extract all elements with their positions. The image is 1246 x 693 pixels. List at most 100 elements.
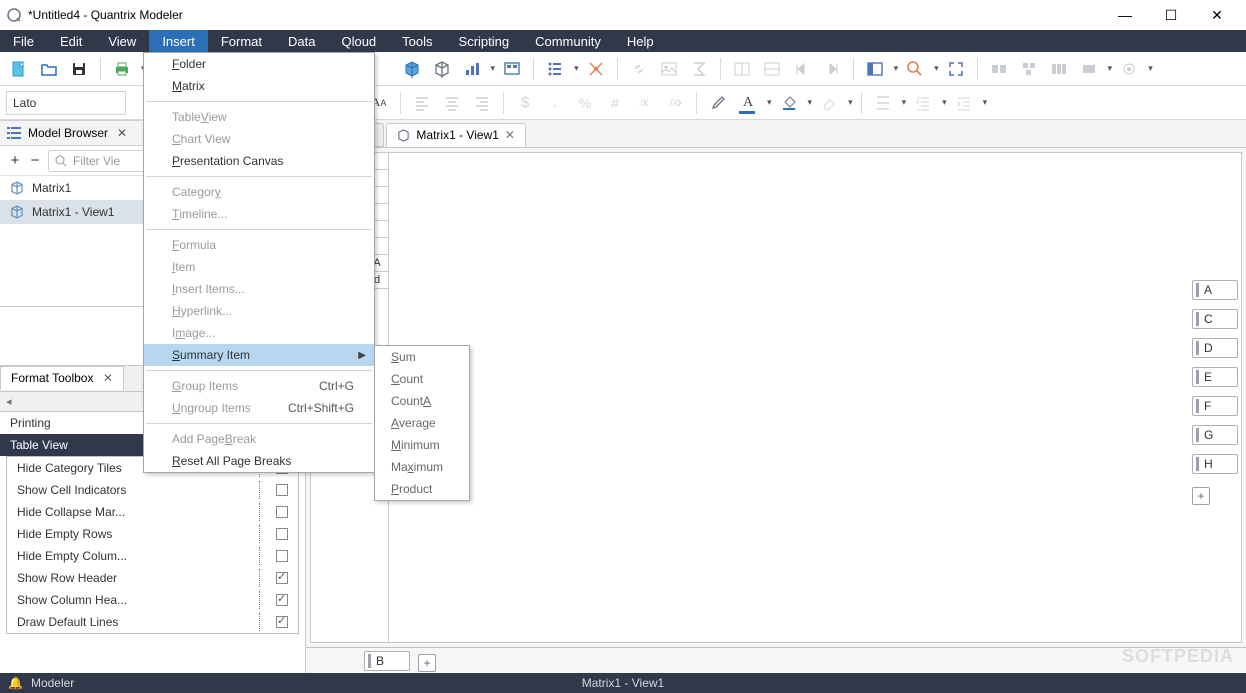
tools-icon[interactable] xyxy=(583,56,609,82)
menu-edit[interactable]: Edit xyxy=(47,30,95,52)
list-icon[interactable] xyxy=(542,56,568,82)
menu-community[interactable]: Community xyxy=(522,30,614,52)
menu-item: Image... xyxy=(144,322,374,344)
format-option-row[interactable]: Show Column Hea... xyxy=(7,589,298,611)
format-toolbox-close-icon[interactable]: ✕ xyxy=(103,371,113,385)
menu-item[interactable]: Matrix xyxy=(144,75,374,97)
axis-chip-b[interactable]: B xyxy=(364,651,410,671)
menu-item[interactable]: Folder xyxy=(144,53,374,75)
menu-item[interactable]: Summary Item▶ xyxy=(144,344,374,366)
new-file-icon[interactable] xyxy=(6,56,32,82)
submenu-item[interactable]: Count xyxy=(375,368,469,390)
window-title: *Untitled4 - Quantrix Modeler xyxy=(28,8,183,22)
submenu-item[interactable]: Product xyxy=(375,478,469,500)
cube-shaded-icon[interactable] xyxy=(399,56,425,82)
open-file-icon[interactable] xyxy=(36,56,62,82)
axis-chip[interactable]: E xyxy=(1192,367,1238,387)
menu-help[interactable]: Help xyxy=(614,30,667,52)
model-browser-close-icon[interactable]: ✕ xyxy=(114,126,130,140)
chart-icon[interactable] xyxy=(459,56,485,82)
format-option-row[interactable]: Show Row Header xyxy=(7,567,298,589)
add-button[interactable]: + xyxy=(8,152,22,169)
checkbox[interactable] xyxy=(276,572,288,584)
cube-outline-icon[interactable] xyxy=(429,56,455,82)
format-toolbox-tab[interactable]: Format Toolbox ✕ xyxy=(0,366,124,390)
checkbox[interactable] xyxy=(276,594,288,606)
checkbox[interactable] xyxy=(276,506,288,518)
tab-close-icon[interactable]: ✕ xyxy=(505,128,515,142)
app-icon xyxy=(6,7,22,23)
add-axis-button[interactable]: + xyxy=(1192,487,1210,505)
dropper-icon[interactable] xyxy=(705,90,731,116)
chart-dropdown-icon[interactable]: ▾ xyxy=(491,63,496,74)
menu-item: Group ItemsCtrl+G xyxy=(144,375,374,397)
menu-tools[interactable]: Tools xyxy=(389,30,445,52)
axis-chip[interactable]: D xyxy=(1192,338,1238,358)
menu-file[interactable]: File xyxy=(0,30,47,52)
canvas-icon[interactable] xyxy=(499,56,525,82)
axis-chip[interactable]: F xyxy=(1192,396,1238,416)
window-layout-icon[interactable] xyxy=(862,56,888,82)
bell-icon[interactable]: 🔔 xyxy=(8,676,23,690)
cube-icon xyxy=(397,129,410,142)
print-icon[interactable] xyxy=(109,56,135,82)
fill-color-icon[interactable] xyxy=(776,90,802,116)
model-browser-header: Model Browser ✕ xyxy=(0,120,165,146)
submenu-item[interactable]: CountA xyxy=(375,390,469,412)
axis-chip[interactable]: C xyxy=(1192,309,1238,329)
menu-item: Ungroup ItemsCtrl+Shift+G xyxy=(144,397,374,419)
format-option-row[interactable]: Hide Empty Colum... xyxy=(7,545,298,567)
dec-less-icon: .0 xyxy=(632,90,658,116)
layout-dropdown-icon[interactable]: ▾ xyxy=(894,63,899,74)
boxes-2-icon xyxy=(1016,56,1042,82)
axis-chip[interactable]: H xyxy=(1192,454,1238,474)
menu-item: Insert Items... xyxy=(144,278,374,300)
jump-next-icon xyxy=(819,56,845,82)
save-icon[interactable] xyxy=(66,56,92,82)
document-tab[interactable]: Matrix1 - View1✕ xyxy=(386,123,526,147)
menu-qloud[interactable]: Qloud xyxy=(328,30,389,52)
list-dropdown-icon[interactable]: ▾ xyxy=(574,63,579,74)
menu-insert[interactable]: Insert xyxy=(149,30,208,52)
remove-button[interactable]: − xyxy=(28,152,42,169)
menu-view[interactable]: View xyxy=(95,30,149,52)
menu-data[interactable]: Data xyxy=(275,30,328,52)
axis-chip[interactable]: A xyxy=(1192,280,1238,300)
format-option-row[interactable]: Hide Empty Rows xyxy=(7,523,298,545)
menu-item[interactable]: Reset All Page Breaks xyxy=(144,450,374,472)
fullscreen-icon[interactable] xyxy=(943,56,969,82)
gear-dropdown-icon: ▾ xyxy=(1148,63,1153,74)
boxes-4-icon xyxy=(1076,56,1102,82)
menu-format[interactable]: Format xyxy=(208,30,275,52)
submenu-item[interactable]: Minimum xyxy=(375,434,469,456)
menu-item[interactable]: Presentation Canvas xyxy=(144,150,374,172)
maximize-button[interactable]: ☐ xyxy=(1148,0,1194,30)
format-option-row[interactable]: Draw Default Lines xyxy=(7,611,298,633)
checkbox[interactable] xyxy=(276,528,288,540)
zoom-icon[interactable] xyxy=(902,56,928,82)
boxes-dropdown-icon: ▾ xyxy=(1108,63,1113,74)
fill-color-dropdown-icon[interactable]: ▾ xyxy=(808,97,813,108)
decimal-icon: . xyxy=(542,90,568,116)
checkbox[interactable] xyxy=(276,550,288,562)
add-axis-button[interactable]: + xyxy=(418,654,436,672)
format-option-row[interactable]: Show Cell Indicators xyxy=(7,479,298,501)
checkbox[interactable] xyxy=(276,616,288,628)
close-button[interactable]: ✕ xyxy=(1194,0,1240,30)
insert-menu-dropdown: FolderMatrixTable ViewChart ViewPresenta… xyxy=(143,52,375,473)
menu-scripting[interactable]: Scripting xyxy=(446,30,523,52)
checkbox[interactable] xyxy=(276,484,288,496)
font-family-select[interactable]: Lato xyxy=(6,91,126,115)
font-color-dropdown-icon[interactable]: ▾ xyxy=(767,97,772,108)
minimize-button[interactable]: — xyxy=(1102,0,1148,30)
status-bar: 🔔 Modeler Matrix1 - View1 xyxy=(0,673,1246,693)
submenu-item[interactable]: Maximum xyxy=(375,456,469,478)
submenu-item[interactable]: Average xyxy=(375,412,469,434)
format-option-row[interactable]: Hide Collapse Mar... xyxy=(7,501,298,523)
font-color-icon[interactable]: A xyxy=(735,90,761,116)
title-bar: *Untitled4 - Quantrix Modeler — ☐ ✕ xyxy=(0,0,1246,30)
zoom-dropdown-icon[interactable]: ▾ xyxy=(934,63,939,74)
axis-chip[interactable]: G xyxy=(1192,425,1238,445)
submenu-item[interactable]: Sum xyxy=(375,346,469,368)
valign-dropdown-icon: ▾ xyxy=(902,97,907,108)
